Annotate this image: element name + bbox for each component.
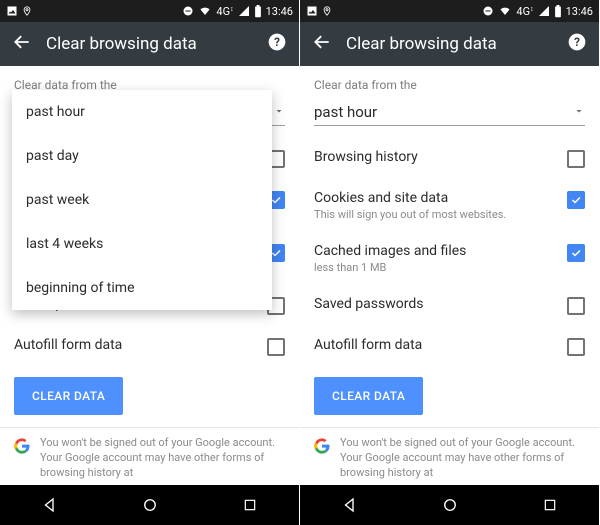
option-label: Saved passwords bbox=[314, 296, 567, 312]
option-label: Autofill form data bbox=[14, 337, 267, 353]
checkbox[interactable] bbox=[267, 338, 285, 356]
nav-back-icon[interactable] bbox=[41, 496, 59, 514]
clock-text: 13:46 bbox=[566, 5, 593, 18]
back-icon[interactable] bbox=[12, 32, 32, 56]
image-icon bbox=[306, 5, 318, 17]
google-logo-icon bbox=[314, 438, 330, 454]
account-note: You won't be signed out of your Google a… bbox=[40, 436, 285, 481]
option-row[interactable]: Browsing history bbox=[314, 138, 585, 179]
page-title: Clear browsing data bbox=[46, 34, 197, 54]
checkbox[interactable] bbox=[567, 338, 585, 356]
network-text: 4G↕ bbox=[216, 5, 233, 18]
location-icon bbox=[22, 5, 32, 17]
option-row[interactable]: Autofill form data bbox=[314, 326, 585, 367]
checkbox[interactable] bbox=[567, 191, 585, 209]
wifi-icon bbox=[498, 5, 512, 17]
section-label: Clear data from the bbox=[314, 78, 585, 92]
nav-back-icon[interactable] bbox=[341, 496, 359, 514]
option-subtext: less than 1 MB bbox=[314, 261, 567, 274]
account-note: You won't be signed out of your Google a… bbox=[340, 436, 585, 481]
timerange-menu-item[interactable]: last 4 weeks bbox=[12, 222, 272, 266]
option-row[interactable]: Autofill form data bbox=[14, 326, 285, 367]
back-icon[interactable] bbox=[312, 32, 332, 56]
battery-icon bbox=[554, 5, 562, 18]
help-icon[interactable]: ? bbox=[567, 32, 587, 56]
svg-text:?: ? bbox=[274, 35, 280, 49]
signal-icon bbox=[538, 5, 550, 17]
timerange-dropdown[interactable]: past hour bbox=[314, 100, 585, 126]
dnd-icon bbox=[482, 5, 494, 17]
network-text: 4G↕ bbox=[516, 5, 533, 18]
option-row[interactable]: Saved passwords bbox=[314, 285, 585, 326]
timerange-menu-item[interactable]: beginning of time bbox=[12, 266, 272, 310]
option-row[interactable]: Cached images and files less than 1 MB bbox=[314, 232, 585, 285]
help-icon[interactable]: ? bbox=[267, 32, 287, 56]
dnd-icon bbox=[182, 5, 194, 17]
option-row[interactable]: Cookies and site data This will sign you … bbox=[314, 179, 585, 232]
checkbox[interactable] bbox=[567, 297, 585, 315]
clock-text: 13:46 bbox=[266, 5, 293, 18]
option-subtext: This will sign you out of most websites. bbox=[314, 208, 567, 221]
option-label: Cached images and files bbox=[314, 243, 567, 259]
timerange-menu: past hourpast daypast weeklast 4 weeksbe… bbox=[12, 90, 272, 310]
clear-data-button[interactable]: CLEAR DATA bbox=[314, 377, 423, 415]
option-label: Cookies and site data bbox=[314, 190, 567, 206]
nav-recent-icon[interactable] bbox=[242, 497, 258, 513]
nav-home-icon[interactable] bbox=[141, 496, 159, 514]
timerange-menu-item[interactable]: past week bbox=[12, 178, 272, 222]
location-icon bbox=[322, 5, 332, 17]
clear-data-button[interactable]: CLEAR DATA bbox=[14, 377, 123, 415]
wifi-icon bbox=[198, 5, 212, 17]
google-logo-icon bbox=[14, 438, 30, 454]
timerange-menu-item[interactable]: past hour bbox=[12, 90, 272, 134]
caret-down-icon bbox=[273, 102, 285, 121]
signal-icon bbox=[238, 5, 250, 17]
image-icon bbox=[6, 5, 18, 17]
nav-home-icon[interactable] bbox=[441, 496, 459, 514]
svg-text:?: ? bbox=[574, 35, 580, 49]
option-label: Browsing history bbox=[314, 149, 567, 165]
caret-down-icon bbox=[573, 102, 585, 121]
checkbox[interactable] bbox=[567, 150, 585, 168]
nav-recent-icon[interactable] bbox=[542, 497, 558, 513]
option-label: Autofill form data bbox=[314, 337, 567, 353]
battery-icon bbox=[254, 5, 262, 18]
timerange-menu-item[interactable]: past day bbox=[12, 134, 272, 178]
page-title: Clear browsing data bbox=[346, 34, 497, 54]
timerange-value: past hour bbox=[314, 103, 377, 121]
checkbox[interactable] bbox=[567, 244, 585, 262]
